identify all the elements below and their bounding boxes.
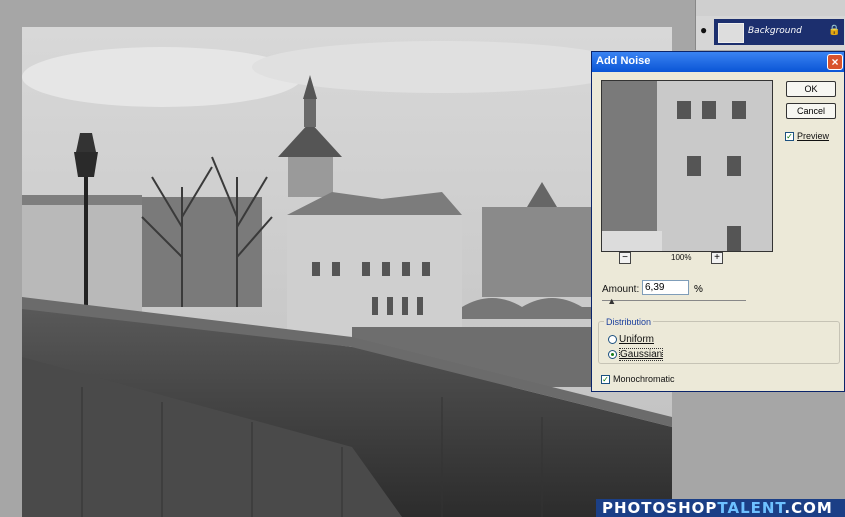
- layer-row-background[interactable]: Background 🔒: [714, 19, 844, 45]
- zoom-in-button[interactable]: +: [711, 252, 723, 264]
- radio-on-icon: [608, 350, 617, 359]
- canvas-photo-drawing: [22, 27, 672, 517]
- layer-name: Background: [748, 26, 802, 36]
- monochromatic-checkbox[interactable]: ✓ Monochromatic: [601, 374, 675, 384]
- preview-label: Preview: [797, 131, 830, 141]
- slider-thumb-icon[interactable]: ▲: [607, 297, 616, 306]
- watermark-logo: PHOTOSHOPTALENT.COM: [596, 499, 845, 517]
- filter-preview[interactable]: [601, 80, 773, 252]
- checkbox-checked-icon: ✓: [785, 131, 794, 141]
- radio-off-icon: [608, 335, 617, 344]
- watermark-text-c: .COM: [784, 499, 833, 517]
- zoom-out-button[interactable]: −: [619, 252, 631, 264]
- amount-slider[interactable]: [602, 300, 746, 301]
- lock-icon: 🔒: [828, 25, 841, 36]
- layer-thumbnail: [718, 23, 744, 43]
- eye-icon[interactable]: ●: [700, 23, 712, 37]
- dialog-title: Add Noise: [596, 55, 651, 67]
- preview-checkbox[interactable]: ✓ Preview: [785, 131, 829, 141]
- add-noise-dialog: Add Noise × − 100% + OK Cancel ✓ Preview…: [591, 51, 845, 392]
- dialog-titlebar[interactable]: Add Noise ×: [592, 52, 844, 72]
- zoom-controls: − 100% +: [619, 252, 749, 266]
- photo-canvas[interactable]: [22, 27, 672, 517]
- uniform-radio[interactable]: Uniform: [608, 334, 654, 345]
- watermark-text-a: PHOTOSHOP: [602, 499, 718, 517]
- preview-image: [602, 81, 772, 251]
- zoom-level: 100%: [671, 253, 692, 262]
- ok-button[interactable]: OK: [786, 81, 836, 97]
- monochromatic-label: Monochromatic: [613, 374, 675, 384]
- close-button[interactable]: ×: [827, 54, 843, 70]
- layers-panel: ● Background 🔒: [695, 0, 845, 50]
- checkbox-checked-icon: ✓: [601, 374, 610, 384]
- gaussian-label: Gaussian: [619, 348, 664, 361]
- watermark-text-b: TALENT: [717, 499, 785, 517]
- gaussian-radio[interactable]: Gaussian: [608, 348, 664, 361]
- layers-panel-toolbar: [696, 0, 845, 16]
- distribution-label: Distribution: [604, 317, 654, 327]
- amount-label: Amount:: [602, 284, 640, 295]
- amount-unit: %: [694, 284, 703, 295]
- cancel-button[interactable]: Cancel: [786, 103, 836, 119]
- uniform-label: Uniform: [619, 334, 655, 345]
- photoshop-workspace: ● Background 🔒 Add Noise × − 100% + OK C…: [0, 0, 845, 517]
- amount-input[interactable]: 6,39: [642, 280, 689, 295]
